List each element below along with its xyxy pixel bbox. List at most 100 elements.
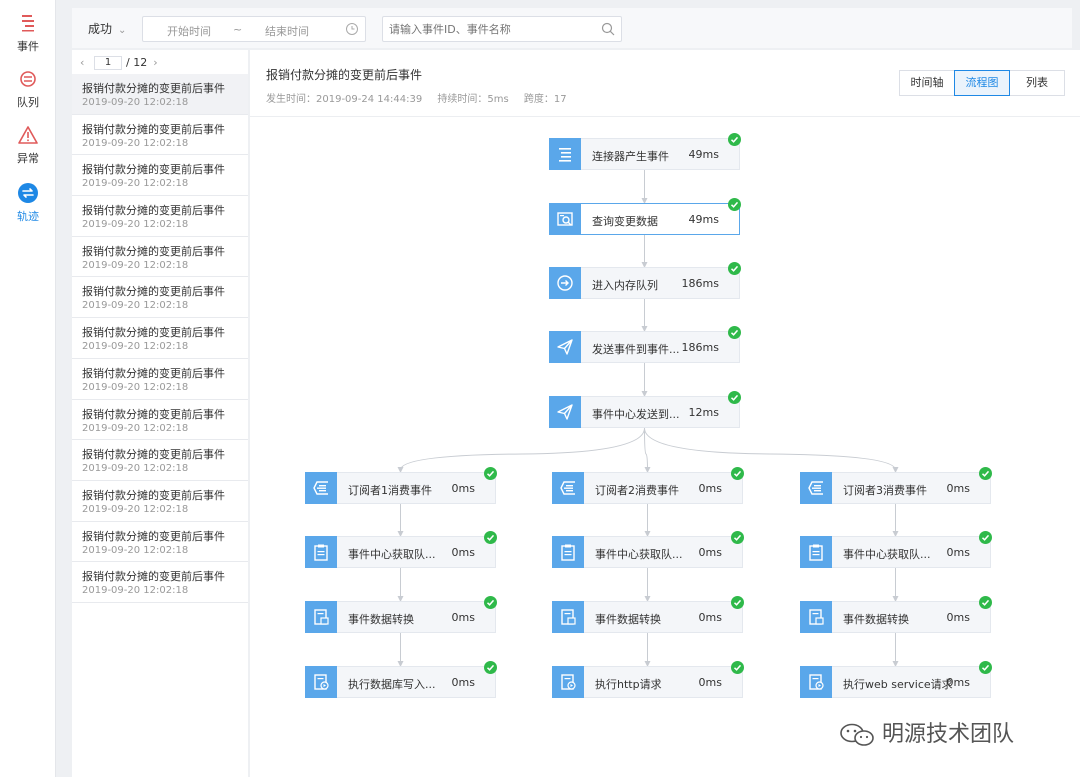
nav-item-event[interactable]: 事件 [0, 12, 56, 54]
flow-node-icon-box [552, 472, 584, 504]
search-input[interactable] [389, 21, 589, 37]
list-item-time: 2019-09-20 12:02:18 [82, 341, 189, 353]
flow-node[interactable]: 发送事件到事件... 186ms [549, 326, 741, 363]
flow-node-label: 订阅者3消费事件 [843, 484, 927, 497]
prev-page-icon[interactable]: ‹ [80, 56, 90, 69]
list-item-time: 2019-09-20 12:02:18 [82, 544, 189, 556]
flow-node[interactable]: 进入内存队列 186ms [549, 262, 741, 299]
list-item-title: 报销付款分摊的变更前后事件 [82, 122, 225, 136]
detail-meta: 发生时间：2019-09-24 14:44:39 持续时间：5ms 跨度：17 [266, 90, 579, 105]
list-item-title: 报销付款分摊的变更前后事件 [82, 82, 225, 95]
list-item[interactable]: 报销付款分摊的变更前后事件 2019-09-20 12:02:18 [72, 400, 248, 441]
flow-node-icon-box [552, 601, 584, 633]
list-item-time: 2019-09-20 12:02:18 [82, 137, 189, 149]
status-select[interactable]: 成功 ⌄ [88, 20, 126, 37]
list-item[interactable]: 报销付款分摊的变更前后事件 2019-09-20 12:02:18 [72, 277, 248, 319]
tab-list[interactable]: 列表 [1009, 70, 1065, 96]
list-item[interactable]: 报销付款分摊的变更前后事件 2019-09-20 12:02:18 [72, 196, 248, 237]
nav-item-trace[interactable]: 轨迹 [0, 182, 56, 224]
flow-connector [644, 427, 899, 473]
flow-node[interactable]: 执行数据库写入... 0ms [305, 661, 497, 698]
clock-icon [346, 23, 358, 35]
left-nav: 事件 队列 异常 轨迹 [0, 0, 56, 777]
chevron-down-icon: ⌄ [118, 25, 127, 36]
flow-node-icon-box [800, 472, 832, 504]
nav-label-queue: 队列 [17, 96, 39, 109]
list-item-title: 报销付款分摊的变更前后事件 [82, 407, 225, 421]
search-box [382, 16, 622, 42]
watermark-text: 明源技术团队 [882, 722, 1015, 747]
list-item[interactable]: 报销付款分摊的变更前后事件 2019-09-20 12:02:18 [72, 74, 248, 115]
trace-icon [18, 183, 38, 203]
flow-node[interactable]: 订阅者1消费事件 0ms [305, 467, 497, 504]
flow-node[interactable]: 事件中心发送到... 12ms [549, 391, 741, 428]
flow-node[interactable]: 查询变更数据 49ms [549, 198, 741, 235]
list-item-time: 2019-09-20 12:02:18 [82, 585, 189, 597]
flow-node-icon-box [549, 203, 581, 235]
list-item[interactable]: 报销付款分摊的变更前后事件 2019-09-20 12:02:18 [72, 481, 248, 522]
date-range-picker[interactable]: 开始时间 ~ 结束时间 [142, 16, 366, 42]
success-check-icon [731, 467, 744, 480]
flow-node-icon-box [549, 331, 581, 363]
flow-node[interactable]: 订阅者2消费事件 0ms [552, 467, 744, 504]
page-total: / 12 [126, 56, 148, 69]
flow-node[interactable]: 事件中心获取队... 0ms [305, 531, 497, 568]
list-item-title: 报销付款分摊的变更前后事件 [82, 285, 225, 299]
flow-node-label: 进入内存队列 [592, 279, 658, 292]
list-item-time: 2019-09-20 12:02:18 [82, 422, 189, 434]
list-item[interactable]: 报销付款分摊的变更前后事件 2019-09-20 12:02:18 [72, 115, 248, 156]
flow-node-label: 执行web service请求 [843, 678, 953, 691]
pager: ‹ 1 / 12 › [80, 56, 163, 72]
event-list: 报销付款分摊的变更前后事件 2019-09-20 12:02:18 报销付款分摊的变… [72, 74, 248, 603]
nav-item-warning[interactable]: 异常 [0, 124, 56, 166]
flow-node[interactable]: 事件中心获取队... 0ms [800, 531, 992, 568]
success-check-icon [728, 262, 741, 275]
detail-panel: 报销付款分摊的变更前后事件 发生时间：2019-09-24 14:44:39 持… [250, 50, 1080, 777]
duration: 持续时间：5ms [437, 94, 509, 105]
consume-icon [808, 481, 823, 495]
detail-divider [250, 116, 1080, 117]
flow-node[interactable]: 执行web service请求 0ms [800, 661, 992, 698]
transform-icon [809, 609, 824, 625]
next-page-icon[interactable]: › [153, 56, 163, 69]
flow-node[interactable]: 执行http请求 0ms [552, 661, 744, 698]
list-item[interactable]: 报销付款分摊的变更前后事件 2019-09-20 12:02:18 [72, 522, 248, 563]
page-input[interactable]: 1 [94, 56, 122, 70]
list-item[interactable]: 报销付款分摊的变更前后事件 2019-09-20 12:02:18 [72, 155, 248, 197]
date-range-separator: ~ [233, 23, 243, 36]
flow-node-duration: 12ms [688, 406, 719, 419]
flow-node[interactable]: 订阅者3消费事件 0ms [800, 467, 992, 504]
tab-timeline[interactable]: 时间轴 [899, 70, 955, 96]
list-item[interactable]: 报销付款分摊的变更前后事件 2019-09-20 12:02:18 [72, 440, 248, 481]
warning-icon [18, 126, 38, 144]
list-item[interactable]: 报销付款分摊的变更前后事件 2019-09-20 12:02:18 [72, 237, 248, 278]
list-item-time: 2019-09-20 12:02:18 [82, 219, 189, 231]
clipboard-icon [314, 544, 328, 561]
list-item-time: 2019-09-20 12:02:18 [82, 503, 189, 515]
flow-node[interactable]: 连接器产生事件 49ms [549, 133, 741, 170]
search-icon[interactable] [601, 22, 615, 36]
flow-node[interactable]: 事件中心获取队... 0ms [552, 531, 744, 568]
flow-node-icon-box [549, 138, 581, 170]
list-item-time: 2019-09-20 12:02:18 [82, 463, 189, 475]
flow-node-duration: 0ms [451, 611, 475, 624]
status-select-value: 成功 [88, 22, 113, 36]
success-check-icon [979, 467, 992, 480]
flow-node-icon-box [305, 601, 337, 633]
list-item[interactable]: 报销付款分摊的变更前后事件 2019-09-20 12:02:18 [72, 318, 248, 359]
wechat-icon [840, 723, 874, 746]
list-item[interactable]: 报销付款分摊的变更前后事件 2019-09-20 12:02:18 [72, 359, 248, 400]
flow-node-label: 订阅者2消费事件 [595, 484, 679, 497]
flow-node-icon-box [800, 666, 832, 698]
nav-label-trace: 轨迹 [17, 210, 39, 223]
send-icon [557, 339, 573, 355]
flow-node[interactable]: 事件数据转换 0ms [552, 596, 744, 633]
tab-flowchart[interactable]: 流程图 [954, 70, 1010, 96]
flow-node-duration: 0ms [698, 611, 722, 624]
nav-item-queue[interactable]: 队列 [0, 68, 56, 110]
flow-node[interactable]: 事件数据转换 0ms [305, 596, 497, 633]
start-date-placeholder[interactable]: 开始时间 [167, 23, 211, 39]
flow-node[interactable]: 事件数据转换 0ms [800, 596, 992, 633]
end-date-placeholder[interactable]: 结束时间 [265, 23, 309, 39]
list-item[interactable]: 报销付款分摊的变更前后事件 2019-09-20 12:02:18 [72, 562, 248, 603]
